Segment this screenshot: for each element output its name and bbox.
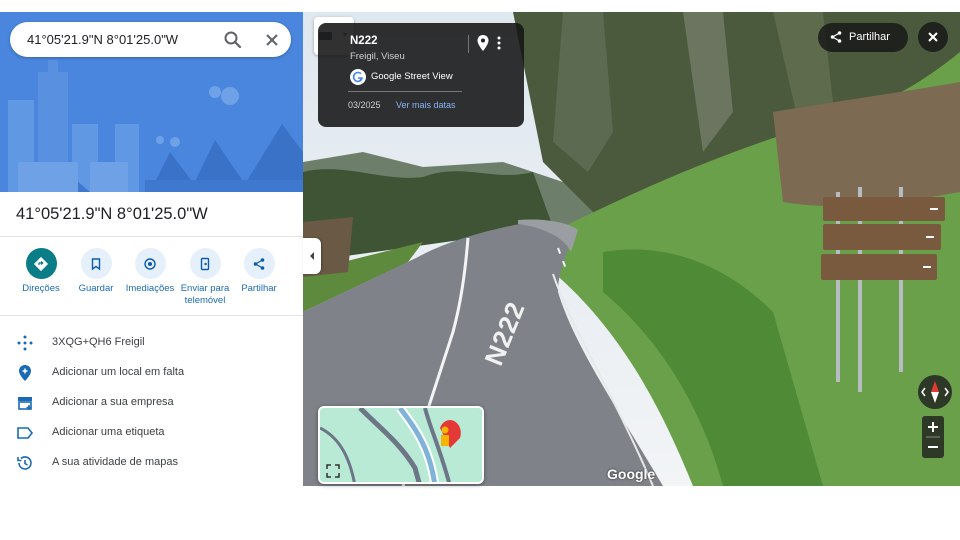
history-icon bbox=[15, 453, 35, 473]
share-label: Partilhar bbox=[849, 31, 890, 43]
compass-icon bbox=[921, 381, 949, 403]
road-name: N222 bbox=[350, 35, 378, 47]
google-watermark: Google bbox=[607, 466, 656, 482]
add-missing-place-row[interactable]: Adicionar um local em falta bbox=[0, 360, 303, 386]
zoom-controls bbox=[922, 416, 944, 458]
divider bbox=[468, 35, 469, 53]
chevron-left-icon bbox=[310, 252, 314, 260]
plus-code-row[interactable]: 3XQG+QH6 Freigil bbox=[0, 330, 303, 356]
collapse-panel-button[interactable] bbox=[303, 238, 321, 274]
place-panel: 41°05'21.9"N 8°01'25.0"W 41°05'21.9"N 8°… bbox=[0, 12, 303, 486]
share-icon bbox=[829, 30, 843, 44]
street-view-info-card: N222 Freigil, Viseu Google Street View 0… bbox=[318, 23, 524, 127]
location-name: Freigil, Viseu bbox=[350, 51, 405, 62]
search-icon[interactable] bbox=[223, 30, 243, 50]
divider bbox=[0, 236, 303, 237]
hero-illustration: 41°05'21.9"N 8°01'25.0"W bbox=[0, 12, 303, 192]
location-pin-icon[interactable] bbox=[476, 34, 490, 52]
see-more-dates-link[interactable]: Ver mais datas bbox=[396, 100, 456, 110]
divider bbox=[348, 91, 462, 92]
maps-activity-text: A sua atividade de mapas bbox=[52, 456, 178, 468]
capture-date: 03/2025 bbox=[348, 100, 381, 110]
search-input[interactable]: 41°05'21.9"N 8°01'25.0"W bbox=[27, 32, 178, 47]
search-bar[interactable]: 41°05'21.9"N 8°01'25.0"W bbox=[10, 22, 291, 57]
provider-name: Google Street View bbox=[371, 71, 453, 82]
google-g-icon bbox=[350, 69, 366, 85]
compass-button[interactable] bbox=[918, 375, 952, 409]
add-place-icon bbox=[15, 363, 35, 383]
street-view-share-button[interactable]: Partilhar bbox=[818, 23, 908, 52]
add-business-text: Adicionar a sua empresa bbox=[52, 396, 174, 408]
nearby-button[interactable]: Imediações bbox=[122, 248, 178, 295]
nearby-label: Imediações bbox=[125, 283, 175, 294]
directions-label: Direções bbox=[22, 283, 60, 294]
save-label: Guardar bbox=[78, 283, 114, 294]
mini-map[interactable] bbox=[318, 406, 484, 484]
directions-button[interactable]: Direções bbox=[13, 248, 69, 295]
send-to-phone-label: Enviar para telemóvel bbox=[180, 283, 230, 306]
maps-activity-row[interactable]: A sua atividade de mapas bbox=[0, 450, 303, 476]
store-icon bbox=[15, 393, 35, 413]
add-label-text: Adicionar uma etiqueta bbox=[52, 426, 165, 438]
more-options-icon[interactable] bbox=[494, 35, 504, 51]
close-icon[interactable] bbox=[262, 30, 282, 50]
share-icon bbox=[243, 248, 275, 279]
fullscreen-icon[interactable] bbox=[326, 464, 340, 482]
plus-code-text: 3XQG+QH6 Freigil bbox=[52, 336, 145, 348]
close-icon bbox=[928, 32, 938, 42]
add-business-row[interactable]: Adicionar a sua empresa bbox=[0, 390, 303, 416]
add-label-row[interactable]: Adicionar uma etiqueta bbox=[0, 420, 303, 446]
nearby-icon bbox=[134, 248, 166, 279]
send-to-phone-button[interactable]: Enviar para telemóvel bbox=[177, 248, 233, 307]
save-button[interactable]: Guardar bbox=[68, 248, 124, 295]
place-title: 41°05'21.9"N 8°01'25.0"W bbox=[16, 205, 208, 223]
share-label: Partilhar bbox=[241, 283, 277, 294]
action-bar: Direções Guardar Imediações Enviar para … bbox=[0, 248, 303, 320]
maps-app: 41°05'21.9"N 8°01'25.0"W 41°05'21.9"N 8°… bbox=[0, 0, 960, 540]
send-to-phone-icon bbox=[189, 248, 221, 279]
mini-map-canvas bbox=[320, 408, 482, 482]
label-icon bbox=[15, 423, 35, 443]
share-button[interactable]: Partilhar bbox=[231, 248, 287, 295]
zoom-icons[interactable] bbox=[922, 416, 944, 458]
plus-code-icon bbox=[15, 333, 35, 353]
close-street-view-button[interactable] bbox=[918, 22, 948, 52]
bookmark-icon bbox=[80, 248, 112, 279]
divider bbox=[0, 315, 303, 316]
add-missing-place-text: Adicionar um local em falta bbox=[52, 366, 185, 378]
directions-icon bbox=[25, 248, 57, 279]
